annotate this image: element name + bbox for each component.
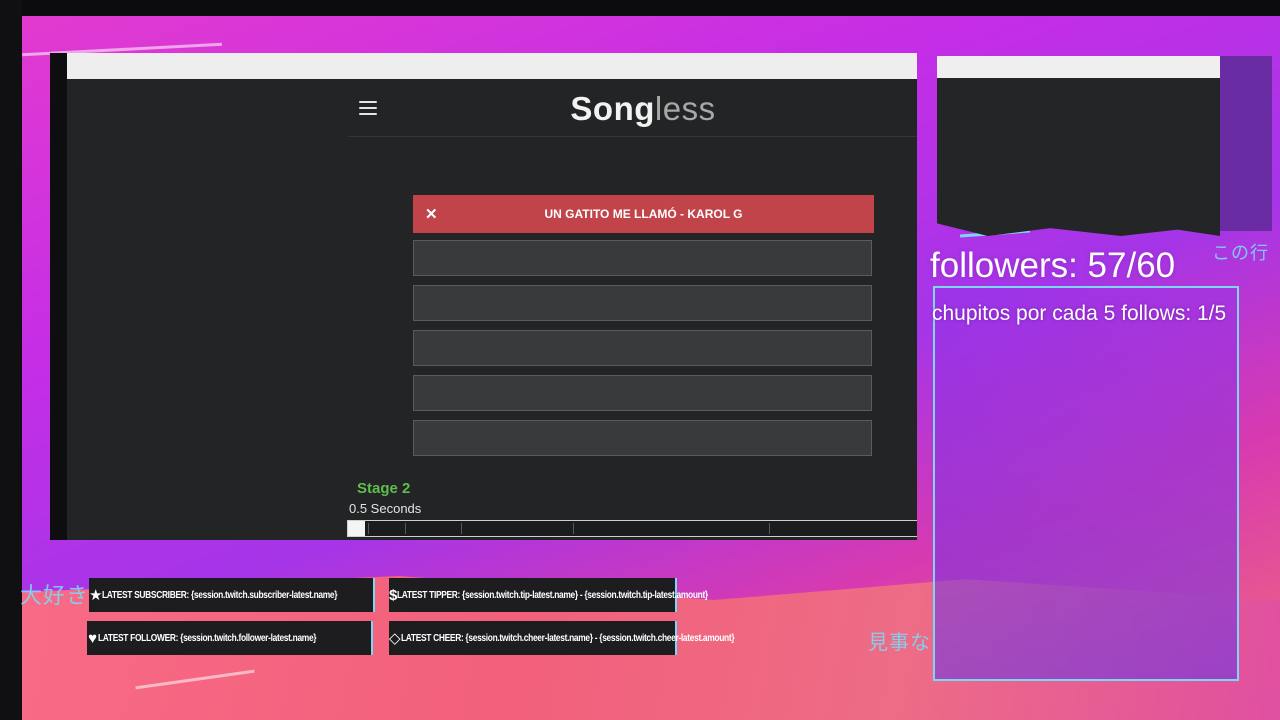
timeline-segment-marker [769,523,770,534]
camera-feed-edge [1220,56,1272,231]
latest-tipper-widget: $ LATEST TIPPER: {session.twitch.tip-lat… [389,578,709,612]
guess-row-empty [413,375,872,411]
followers-goal: followers: 57/60 [930,246,1176,285]
latest-subscriber-text: LATEST SUBSCRIBER: {session.twitch.subsc… [102,589,338,601]
chat-panel [933,286,1239,681]
timeline-segment-marker [461,523,462,534]
guess-row-wrong: ✕ UN GATITO ME LLAMÓ - KAROL G [413,195,874,233]
diamond-icon: ◇ [389,630,401,647]
stage-duration: 0.5 Seconds [349,501,422,516]
timeline-segment-marker [573,523,574,534]
timeline-segment-marker [368,523,369,534]
latest-follower-widget: ♥ LATEST FOLLOWER: {session.twitch.follo… [87,621,373,655]
stream-scene: 大好き 見事な この行 Songless ✕ UN GATITO ME LLAM… [0,0,1280,720]
guess-row-empty [413,420,872,456]
latest-cheer-text: LATEST CHEER: {session.twitch.cheer-late… [400,632,735,644]
camera-window-body [937,78,1220,236]
chupitos-counter: chupitos por cada 5 follows: 1/5 [932,302,1227,325]
latest-tipper-text: LATEST TIPPER: {session.twitch.tip-lates… [397,589,709,601]
guess-row-empty [413,330,872,366]
hamburger-menu-icon[interactable] [359,101,377,115]
audio-timeline[interactable] [347,520,917,537]
japanese-text-left: 大好き [20,584,90,609]
timeline-progress-fill [348,521,366,536]
japanese-text-right: 見事な [868,630,931,654]
browser-chrome-bar [67,53,917,79]
guess-text: UN GATITO ME LLAMÓ - KAROL G [544,207,743,221]
top-black-bar [0,0,1280,16]
latest-subscriber-widget: ★ LATEST SUBSCRIBER: {session.twitch.sub… [89,578,375,612]
app-title-light: less [654,90,716,127]
star-icon: ★ [89,587,103,604]
app-title: Songless [548,90,738,128]
close-icon: ✕ [425,206,438,223]
latest-cheer-widget: ◇ LATEST CHEER: {session.twitch.cheer-la… [389,621,734,655]
stage-label: Stage 2 [357,480,411,497]
heart-icon: ♥ [88,629,98,647]
japanese-text-top: この行 [1212,243,1269,264]
left-black-bar [0,0,22,720]
timeline-segment-marker [405,523,406,534]
camera-window-chrome [937,56,1220,78]
latest-follower-text: LATEST FOLLOWER: {session.twitch.followe… [98,632,317,644]
guess-row-empty [413,240,872,276]
app-title-bold: Song [570,90,655,127]
guess-row-empty [413,285,872,321]
